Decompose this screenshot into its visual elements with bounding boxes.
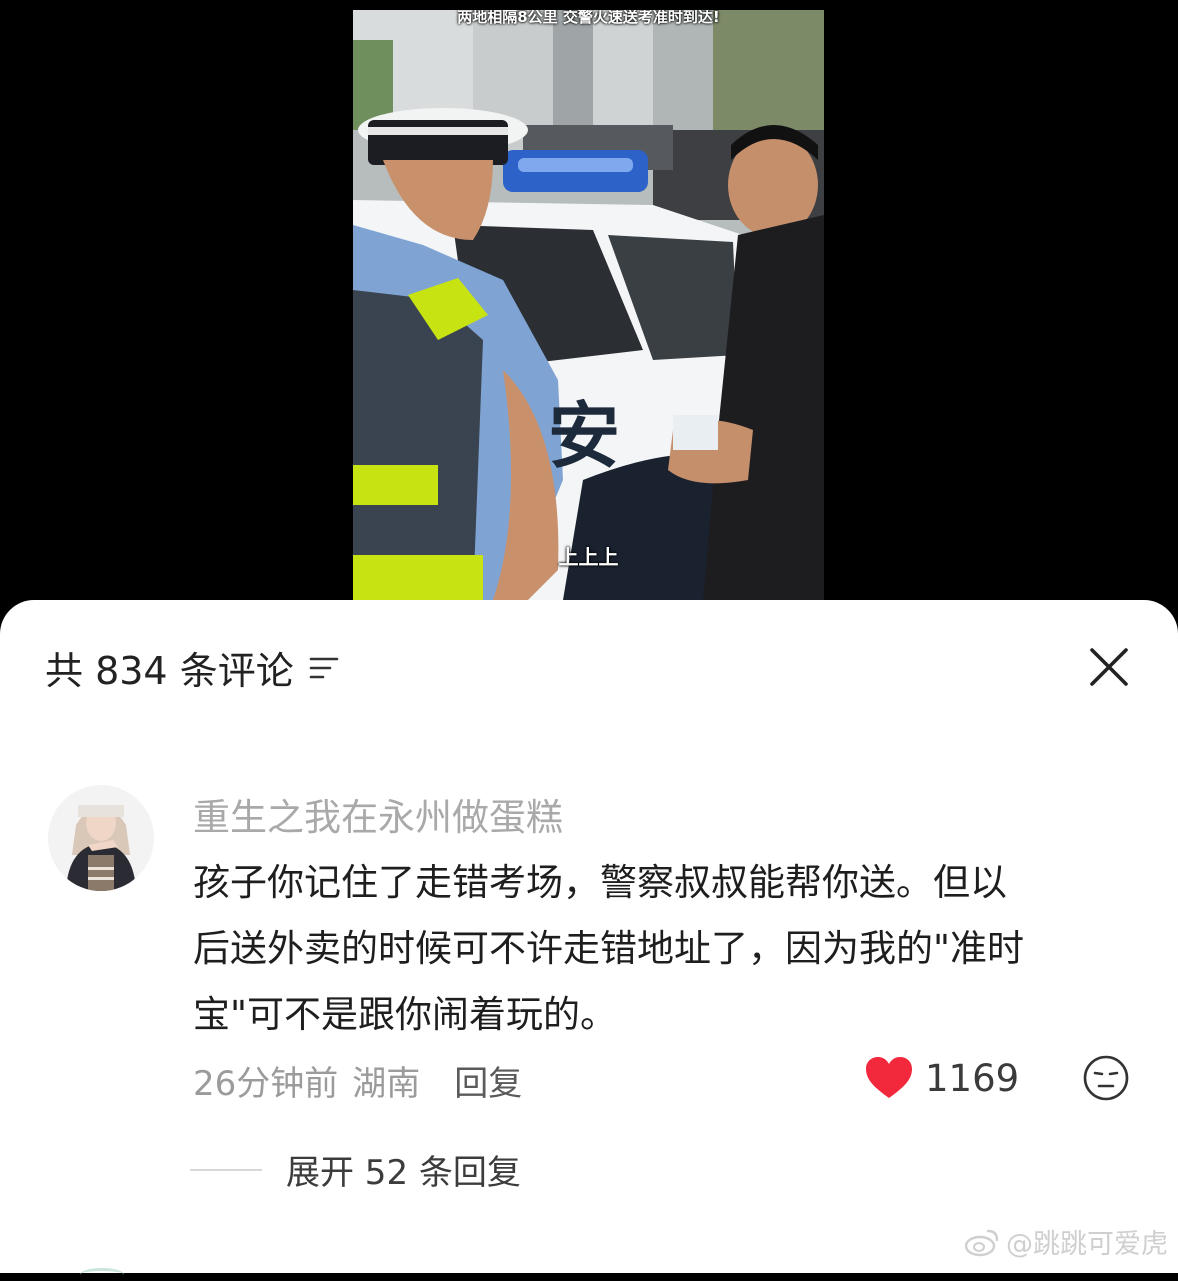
divider: [190, 1168, 262, 1171]
comments-header: 共 834 条评论: [45, 640, 340, 695]
expand-replies-button[interactable]: 展开 52 条回复: [190, 1145, 521, 1194]
filter-icon[interactable]: [308, 653, 340, 683]
video-title: 两地相隔8公里 交警火速送考准时到达!: [457, 10, 720, 26]
video-player[interactable]: 安 两地相隔8公里 交警火速送考准时到达! 上上上: [353, 10, 824, 600]
reply-button[interactable]: 回复: [454, 1056, 522, 1105]
comment-text-line: 孩子你记住了走错考场，警察叔叔能帮你送。但以: [193, 861, 1007, 904]
comment-username[interactable]: 重生之我在永州做蛋糕: [193, 788, 1138, 848]
comment-text: 孩子你记住了走错考场，警察叔叔能帮你送。但以 后送外卖的时候可不许走错地址了，因…: [193, 850, 1138, 1048]
comment-meta: 26分钟前 湖南 回复 1169: [193, 1050, 1138, 1110]
video-subtitle: 上上上: [558, 545, 619, 569]
watermark: @跳跳可爱虎: [964, 1222, 1168, 1261]
weibo-logo-icon: [964, 1229, 999, 1256]
like-count: 1169: [925, 1056, 1020, 1100]
close-icon[interactable]: [1088, 646, 1130, 688]
watermark-text: @跳跳可爱虎: [1006, 1229, 1168, 1260]
comment-count: 共 834 条评论: [45, 649, 294, 693]
avatar[interactable]: [48, 785, 154, 891]
comment-text-line: 宝"可不是跟你闹着玩的。: [193, 993, 618, 1036]
comment-time: 26分钟前: [193, 1063, 339, 1104]
expand-replies-label: 展开 52 条回复: [286, 1153, 521, 1193]
comment-text-line: 后送外卖的时候可不许走错地址了，因为我的"准时: [193, 927, 1025, 970]
heart-icon: [866, 1057, 912, 1098]
comment-body: 重生之我在永州做蛋糕 孩子你记住了走错考场，警察叔叔能帮你送。但以 后送外卖的时…: [193, 785, 1138, 1110]
next-comment-avatar: [80, 1268, 124, 1281]
dislike-face-icon[interactable]: [1082, 1054, 1130, 1102]
video-frame: [353, 10, 824, 600]
car-lettering: 安: [548, 394, 621, 478]
comments-sheet: 共 834 条评论 重生之我在永州做蛋糕 孩子你记住了走错考场，警察叔叔能帮你送…: [0, 600, 1178, 1273]
comment-location: 湖南: [352, 1063, 421, 1104]
like-button[interactable]: 1169: [865, 1056, 1019, 1100]
